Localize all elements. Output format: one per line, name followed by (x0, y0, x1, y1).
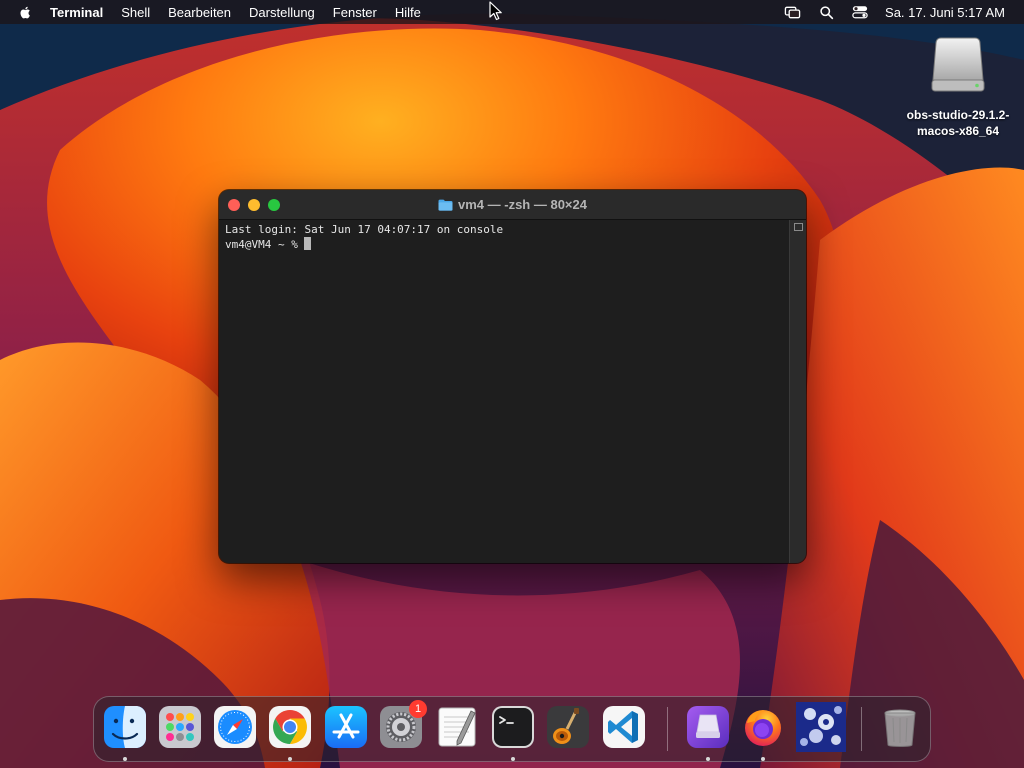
control-center-icon[interactable] (851, 3, 869, 21)
menu-shell[interactable]: Shell (121, 5, 150, 20)
dock-finder[interactable] (103, 705, 147, 761)
dock-disk-image-utility[interactable] (686, 705, 730, 761)
dock-separator (861, 707, 862, 751)
dock-fractal-image[interactable] (796, 702, 846, 752)
finder-icon (104, 706, 146, 748)
dock-app-store[interactable] (324, 705, 368, 749)
running-indicator (511, 757, 515, 761)
folder-icon (438, 199, 453, 211)
textedit-icon (438, 707, 476, 747)
dock-launchpad[interactable] (158, 705, 202, 749)
terminal-window[interactable]: vm4 — -zsh — 80×24 Last login: Sat Jun 1… (219, 190, 806, 563)
dock-separator (667, 707, 668, 751)
running-indicator (288, 757, 292, 761)
dock-terminal[interactable] (491, 705, 535, 761)
search-icon[interactable] (817, 3, 835, 21)
running-indicator (706, 757, 710, 761)
menu-fenster[interactable]: Fenster (333, 5, 377, 20)
trash-icon (884, 709, 916, 747)
dock-garageband[interactable] (546, 705, 590, 749)
dock: 1 (93, 696, 931, 762)
dock-firefox[interactable] (741, 705, 785, 761)
launchpad-icon (159, 706, 201, 748)
split-pane-icon[interactable] (793, 223, 803, 231)
window-title-text: vm4 — -zsh — 80×24 (458, 197, 587, 212)
dock-chrome[interactable] (268, 705, 312, 761)
desktop-icon-label: obs-studio-29.1.2-macos-x86_64 (906, 108, 1010, 138)
terminal-prompt-line[interactable]: vm4@VM4 ~ % (225, 237, 784, 252)
dock-trash[interactable] (878, 705, 922, 749)
window-title: vm4 — -zsh — 80×24 (219, 190, 806, 219)
menu-darstellung[interactable]: Darstellung (249, 5, 315, 20)
apple-menu-icon[interactable] (18, 3, 36, 21)
terminal-scrollbar[interactable] (789, 220, 806, 563)
dock-safari[interactable] (213, 705, 257, 749)
dock-vscode[interactable] (602, 705, 646, 749)
desktop-icon-obs-dmg[interactable]: obs-studio-29.1.2-macos-x86_64 (892, 34, 1024, 139)
window-titlebar[interactable]: vm4 — -zsh — 80×24 (219, 190, 806, 220)
garageband-icon (547, 706, 589, 748)
terminal-prompt: vm4@VM4 ~ % (225, 238, 305, 251)
menu-bar: Terminal Shell Bearbeiten Darstellung Fe… (0, 0, 1024, 24)
fractal-image-icon (796, 702, 846, 752)
terminal-output[interactable]: Last login: Sat Jun 17 04:07:17 on conso… (219, 220, 790, 563)
app-store-icon (325, 706, 367, 748)
screen-mirroring-icon[interactable] (783, 3, 801, 21)
safari-icon (214, 706, 256, 748)
terminal-icon (492, 706, 534, 748)
disk-image-mounter-icon (687, 706, 729, 748)
chrome-icon (269, 706, 311, 748)
running-indicator (123, 757, 127, 761)
menu-bar-clock[interactable]: Sa. 17. Juni 5:17 AM (885, 5, 1005, 20)
dock-system-settings[interactable]: 1 (379, 700, 427, 749)
mouse-cursor-icon (489, 1, 502, 21)
text-cursor (304, 237, 312, 250)
firefox-icon (745, 710, 781, 746)
vscode-icon (603, 706, 645, 748)
disk-image-icon (931, 37, 985, 92)
menu-app-terminal[interactable]: Terminal (50, 5, 103, 20)
notification-badge: 1 (409, 700, 427, 718)
menu-hilfe[interactable]: Hilfe (395, 5, 421, 20)
dock-textedit[interactable] (435, 705, 479, 749)
menu-bearbeiten[interactable]: Bearbeiten (168, 5, 231, 20)
terminal-line: Last login: Sat Jun 17 04:07:17 on conso… (225, 223, 504, 236)
running-indicator (761, 757, 765, 761)
